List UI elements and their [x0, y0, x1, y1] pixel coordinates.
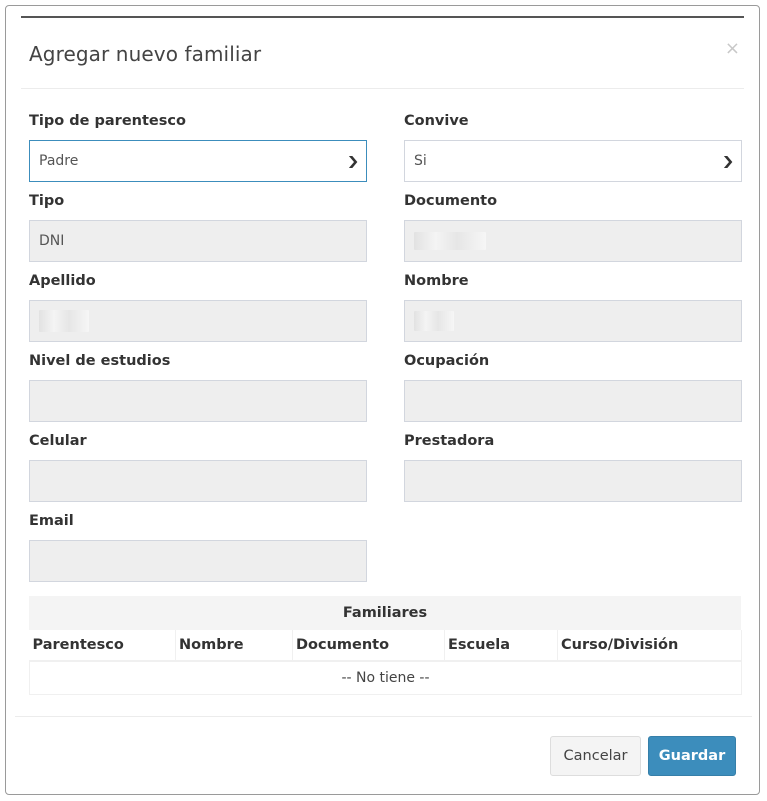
field-email: Email [29, 512, 367, 582]
chevron-down-icon: ❯ [346, 154, 360, 168]
modal-footer-divider [15, 716, 752, 717]
modal-header: Agregar nuevo familiar × [21, 18, 744, 89]
cancel-button[interactable]: Cancelar [550, 736, 641, 776]
column-header-documento: Documento [292, 630, 445, 662]
documento-label: Documento [404, 193, 498, 209]
familiares-table: Familiares Parentesco Nombre Documento E… [29, 596, 742, 695]
chevron-down-icon: ❯ [721, 154, 735, 168]
field-ocupacion: Ocupación [404, 352, 742, 422]
column-header-curso-division: Curso/División [557, 630, 742, 662]
celular-input[interactable] [29, 460, 367, 502]
convive-label: Convive [404, 113, 469, 129]
field-nombre: Nombre [404, 272, 742, 342]
tipo-parentesco-select[interactable]: Padre ❯ [29, 140, 367, 182]
field-tipo: Tipo DNI [29, 192, 367, 262]
tipo-value: DNI [39, 233, 65, 249]
prestadora-label: Prestadora [404, 433, 495, 449]
email-input[interactable] [29, 540, 367, 582]
empty-row-text: -- No tiene -- [29, 660, 742, 695]
ocupacion-label: Ocupación [404, 353, 490, 369]
tipo-input[interactable]: DNI [29, 220, 367, 262]
field-celular: Celular [29, 432, 367, 502]
save-button[interactable]: Guardar [648, 736, 736, 776]
tipo-label: Tipo [29, 193, 65, 209]
convive-value: Si [414, 153, 427, 169]
email-label: Email [29, 513, 74, 529]
redacted-value [39, 310, 89, 332]
field-tipo-parentesco: Tipo de parentesco Padre ❯ [29, 112, 367, 182]
nombre-label: Nombre [404, 273, 469, 289]
familiares-grid: Parentesco Nombre Documento Escuela Curs… [29, 630, 742, 695]
column-header-nombre: Nombre [175, 630, 293, 662]
nombre-input[interactable] [404, 300, 742, 342]
field-documento: Documento [404, 192, 742, 262]
tipo-parentesco-value: Padre [39, 153, 79, 169]
table-caption: Familiares [29, 596, 741, 630]
prestadora-input[interactable] [404, 460, 742, 502]
field-nivel-estudios: Nivel de estudios [29, 352, 367, 422]
column-header-parentesco: Parentesco [29, 630, 176, 662]
field-prestadora: Prestadora [404, 432, 742, 502]
ocupacion-input[interactable] [404, 380, 742, 422]
close-icon[interactable]: × [725, 38, 740, 59]
celular-label: Celular [29, 433, 87, 449]
table-header-row: Parentesco Nombre Documento Escuela Curs… [29, 630, 742, 662]
apellido-label: Apellido [29, 273, 96, 289]
column-header-escuela: Escuela [444, 630, 558, 662]
documento-input[interactable] [404, 220, 742, 262]
modal-title: Agregar nuevo familiar [29, 42, 262, 66]
table-row: -- No tiene -- [29, 660, 742, 695]
nivel-estudios-input[interactable] [29, 380, 367, 422]
field-apellido: Apellido [29, 272, 367, 342]
apellido-input[interactable] [29, 300, 367, 342]
field-convive: Convive Si ❯ [404, 112, 742, 182]
redacted-value [414, 232, 486, 250]
nivel-estudios-label: Nivel de estudios [29, 353, 171, 369]
redacted-value [414, 311, 454, 331]
tipo-parentesco-label: Tipo de parentesco [29, 113, 186, 129]
convive-select[interactable]: Si ❯ [404, 140, 742, 182]
